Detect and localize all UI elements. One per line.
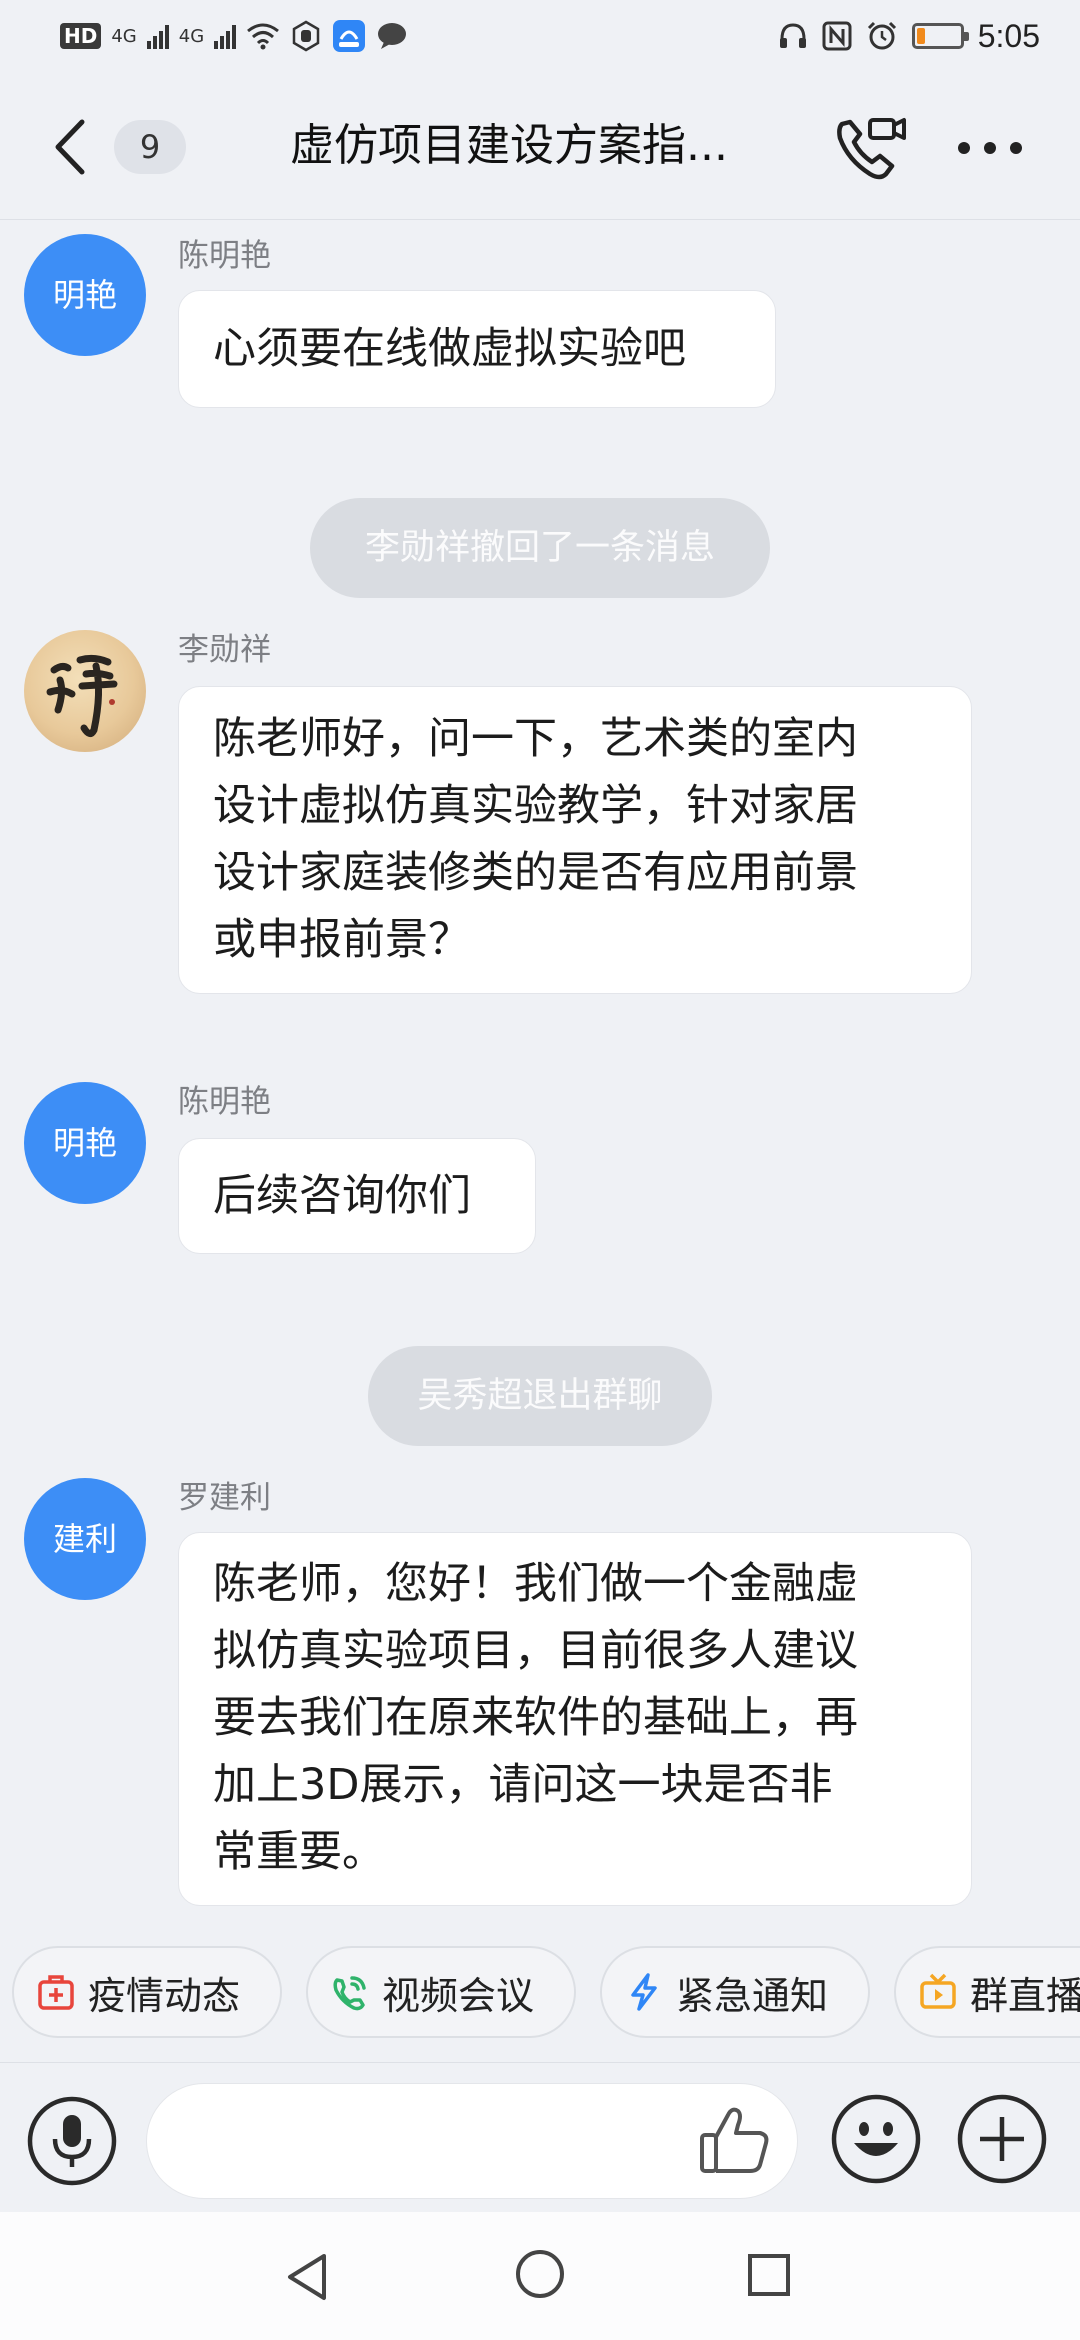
avatar[interactable]: 明艳 xyxy=(24,234,146,356)
system-notice: 李勋祥撤回了一条消息 xyxy=(310,498,770,598)
calligraphy-avatar-icon[interactable] xyxy=(24,630,146,752)
chip-group-live[interactable]: 群直播 xyxy=(894,1946,1080,2038)
chip-video-meeting[interactable]: 视频会议 xyxy=(306,1946,576,2038)
nav-home-icon[interactable] xyxy=(514,2248,566,2300)
chat-header: 9 虚仿项目建设方案指... xyxy=(0,72,1080,220)
clock: 5:05 xyxy=(977,17,1040,54)
chat-notification-icon xyxy=(378,23,407,49)
avatar[interactable]: 建利 xyxy=(24,1478,146,1600)
phone-video-call-icon[interactable] xyxy=(830,110,910,186)
app-notification-icon xyxy=(333,20,366,52)
back-arrow-icon[interactable] xyxy=(44,112,104,182)
chip-label: 视频会议 xyxy=(382,1973,535,2018)
sender-name: 陈明艳 xyxy=(178,238,271,274)
chip-label: 群直播 xyxy=(970,1973,1080,2018)
lightning-icon xyxy=(631,1973,657,2011)
status-left: HD 4G 4G xyxy=(60,18,408,54)
battery-icon xyxy=(911,23,969,49)
chip-label: 疫情动态 xyxy=(88,1973,241,2018)
sender-name: 李勋祥 xyxy=(178,632,271,668)
emoji-icon[interactable] xyxy=(830,2093,922,2185)
unread-count-badge[interactable]: 9 xyxy=(114,120,186,174)
network-type-1: 4G xyxy=(111,25,137,47)
video-call-icon xyxy=(333,1976,366,2011)
medical-kit-icon xyxy=(38,1975,74,2010)
hd-indicator: HD xyxy=(60,23,102,49)
chip-epidemic-updates[interactable]: 疫情动态 xyxy=(12,1946,282,2038)
system-nav-bar xyxy=(0,2212,1080,2340)
nav-back-icon[interactable] xyxy=(282,2250,332,2304)
message-bubble[interactable]: 陈老师，您好！我们做一个金融虚 拟仿真实验项目，目前很多人建议 要去我们在原来软… xyxy=(178,1532,972,1906)
group-title[interactable]: 虚仿项目建设方案指... xyxy=(290,116,760,176)
microphone-icon[interactable] xyxy=(26,2095,118,2187)
sender-name: 陈明艳 xyxy=(178,1084,271,1120)
sender-name: 罗建利 xyxy=(178,1480,271,1516)
input-bar xyxy=(0,2062,1080,2212)
headphones-icon xyxy=(779,23,806,48)
hand-badge-icon xyxy=(292,20,320,52)
avatar[interactable]: 明艳 xyxy=(24,1082,146,1204)
chip-urgent-notice[interactable]: 紧急通知 xyxy=(600,1946,870,2038)
message-text: 后续咨询你们 xyxy=(213,1171,471,1221)
message-text: 陈老师，您好！我们做一个金融虚 拟仿真实验项目，目前很多人建议 要去我们在原来软… xyxy=(213,1559,858,1877)
nav-recent-apps-icon[interactable] xyxy=(746,2252,792,2298)
network-type-2: 4G xyxy=(178,25,205,47)
thumbs-up-icon[interactable] xyxy=(696,2101,774,2179)
status-right: 5:05 xyxy=(778,16,1040,56)
message-bubble[interactable]: 陈老师好，问一下，艺术类的室内 设计虚拟仿真实验教学，针对家居 设计家庭装修类的… xyxy=(178,686,972,994)
add-icon[interactable] xyxy=(956,2093,1048,2185)
nfc-icon xyxy=(822,21,852,51)
battery-level xyxy=(916,28,925,44)
quick-action-bar: 疫情动态 视频会议 紧急通知 群直播 xyxy=(0,1940,1080,2040)
message-text: 陈老师好，问一下，艺术类的室内 设计虚拟仿真实验教学，针对家居 设计家庭装修类的… xyxy=(213,714,858,965)
signal-1-icon xyxy=(146,23,169,49)
status-bar: HD 4G 4G 5:05 xyxy=(0,0,1080,72)
tv-icon xyxy=(920,1973,956,2009)
calligraphy-glyph xyxy=(46,654,118,737)
message-bubble[interactable]: 后续咨询你们 xyxy=(178,1138,536,1254)
chip-label: 紧急通知 xyxy=(676,1973,829,2018)
more-options-icon[interactable] xyxy=(950,124,1030,172)
alarm-icon xyxy=(867,21,896,50)
message-bubble[interactable]: 心须要在线做虚拟实验吧 xyxy=(178,290,776,408)
system-notice: 吴秀超退出群聊 xyxy=(368,1346,712,1446)
message-text: 心须要在线做虚拟实验吧 xyxy=(213,324,686,374)
signal-2-icon xyxy=(214,23,237,49)
wifi-icon xyxy=(247,23,280,50)
